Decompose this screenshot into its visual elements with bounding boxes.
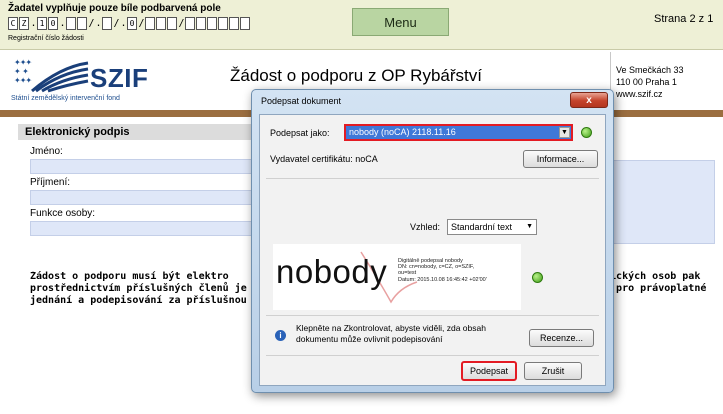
registration-char-box[interactable] <box>240 17 250 30</box>
divider <box>266 355 599 356</box>
address: Ve Smečkách 33 110 00 Praha 1 www.szif.c… <box>616 64 684 100</box>
registration-separator: / <box>113 18 120 29</box>
paragraph-line: vnických osob pak <box>598 271 701 282</box>
signature-preview: nobody Digitálně podepsal nobody DN: cn=… <box>273 244 521 310</box>
info-paragraph-right: vnických osob pak em pro právoplatné <box>598 271 706 295</box>
registration-char-box[interactable] <box>167 17 177 30</box>
last-name-field[interactable] <box>30 190 256 205</box>
dialog-body: Podepsat jako: nobody (noCA) 2118.11.16 … <box>259 114 606 386</box>
sign-as-value: nobody (noCA) 2118.11.16 <box>349 127 456 137</box>
registration-separator: / <box>138 18 145 29</box>
registration-char-box[interactable] <box>156 17 166 30</box>
registration-char-box[interactable] <box>102 17 112 30</box>
registration-separator: / <box>178 18 185 29</box>
cancel-button[interactable]: Zrušit <box>524 362 582 380</box>
chevron-down-icon[interactable]: ▼ <box>559 127 570 138</box>
registration-separator: . <box>30 18 37 29</box>
registration-separator: . <box>59 18 66 29</box>
paragraph-line: prostřednictvím příslušných členů je <box>30 283 247 294</box>
close-icon: x <box>586 94 592 106</box>
address-street: Ve Smečkách 33 <box>616 65 684 75</box>
sign-document-dialog: Podepsat dokument x Podepsat jako: nobod… <box>251 89 614 393</box>
status-ok-icon <box>532 272 543 283</box>
review-note: Klepněte na Zkontrolovat, abyste viděli,… <box>296 323 486 344</box>
sign-as-label: Podepsat jako: <box>270 128 330 138</box>
registration-separator: / <box>88 18 95 29</box>
address-web[interactable]: www.szif.cz <box>616 88 684 100</box>
menu-button[interactable]: Menu <box>352 8 449 36</box>
close-button[interactable]: x <box>570 92 608 108</box>
address-city: 110 00 Praha 1 <box>616 77 677 87</box>
info-paragraph: Žádost o podporu musí být elektro prostř… <box>30 271 260 307</box>
issuer-label: Vydavatel certifikátu: noCA <box>270 154 378 164</box>
appearance-select[interactable]: Standardní text ▼ <box>447 219 537 235</box>
status-ok-icon <box>581 127 592 138</box>
fill-note: Žadatel vyplňuje pouze bíle podbarvená p… <box>8 3 221 14</box>
chevron-down-icon[interactable]: ▼ <box>526 220 533 234</box>
section-title: Elektronický podpis <box>18 124 258 140</box>
registration-number-fields[interactable]: C Z. 1 0. /. /. 0// <box>8 17 251 30</box>
divider <box>266 315 599 316</box>
first-name-label: Jméno: <box>30 146 63 157</box>
paragraph-line: jednání a podepisování za příslušnou j <box>30 295 259 306</box>
first-name-field[interactable] <box>30 159 256 174</box>
preview-detail-line: Datum: 2015.10.08 16:45:42 +02'00' <box>398 276 487 283</box>
registration-char-box[interactable] <box>218 17 228 30</box>
registration-char-box[interactable]: Z <box>19 17 29 30</box>
dialog-title: Podepsat dokument <box>261 96 342 106</box>
registration-char-box[interactable]: 0 <box>127 17 137 30</box>
registration-char-box[interactable] <box>229 17 239 30</box>
registration-number-label: Registrační číslo žádosti <box>8 35 84 42</box>
eu-stars-icon: ✦✦✦ ✦ ✦ ✦✦✦ <box>14 58 32 85</box>
szif-logo: ✦✦✦ ✦ ✦ ✦✦✦ SZIF Státní zemědělský interve… <box>8 57 156 109</box>
logo-subtitle: Státní zemědělský intervenční fond <box>11 95 120 102</box>
page-number: Strana 2 z 1 <box>654 13 714 25</box>
review-button[interactable]: Recenze... <box>529 329 594 347</box>
preview-name: nobody <box>276 253 388 290</box>
registration-char-box[interactable] <box>207 17 217 30</box>
registration-char-box[interactable] <box>66 17 76 30</box>
logo-stripes-icon <box>31 61 89 93</box>
document-title: Žádost o podporu z OP Rybářství <box>230 66 482 85</box>
top-strip: Žadatel vyplňuje pouze bíle podbarvená p… <box>0 0 723 50</box>
last-name-label: Příjmení: <box>30 177 71 188</box>
registration-char-box[interactable] <box>145 17 155 30</box>
registration-char-box[interactable]: C <box>8 17 18 30</box>
paragraph-line: em pro právoplatné <box>598 283 707 294</box>
registration-char-box[interactable]: 0 <box>48 17 58 30</box>
registration-char-box[interactable] <box>77 17 87 30</box>
paragraph-line: Žádost o podporu musí být elektro <box>30 271 229 282</box>
registration-char-box[interactable] <box>196 17 206 30</box>
appearance-value: Standardní text <box>451 222 513 232</box>
registration-separator: . <box>120 18 127 29</box>
divider <box>266 178 599 179</box>
registration-separator: . <box>95 18 102 29</box>
sign-button[interactable]: Podepsat <box>461 361 517 381</box>
sign-as-select[interactable]: nobody (noCA) 2118.11.16 ▼ <box>344 124 573 141</box>
position-label: Funkce osoby: <box>30 208 96 219</box>
info-button[interactable]: Informace... <box>523 150 598 168</box>
position-field[interactable] <box>30 221 256 236</box>
registration-char-box[interactable]: 1 <box>37 17 47 30</box>
info-icon: i <box>275 330 286 341</box>
logo-text: SZIF <box>90 63 149 93</box>
registration-char-box[interactable] <box>185 17 195 30</box>
appearance-label: Vzhled: <box>410 222 441 232</box>
preview-details: Digitálně podepsal nobody DN: cn=nobody,… <box>398 258 487 283</box>
